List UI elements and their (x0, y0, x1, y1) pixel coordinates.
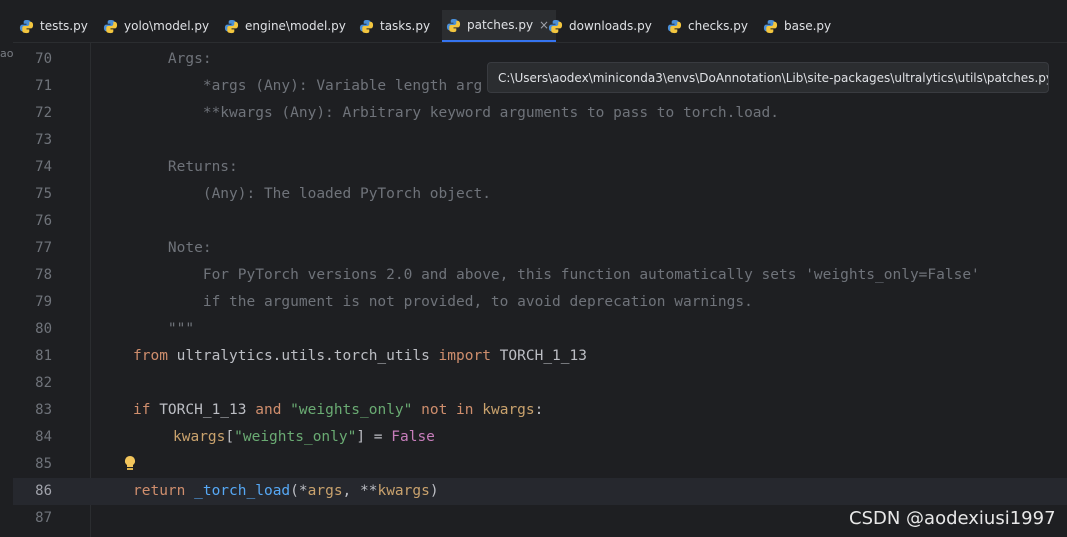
module-path: ultralytics.utils.torch_utils (167, 348, 439, 364)
parameter: kwargs (173, 429, 226, 445)
code-line[interactable]: 73 (13, 127, 1067, 154)
punctuation: : (534, 402, 544, 418)
tab-label: yolo\model.py (124, 19, 210, 33)
code-line[interactable]: 72 **kwargs (Any): Arbitrary keyword arg… (13, 100, 1067, 127)
line-number: 82 (35, 375, 52, 391)
function-call: _torch_load (185, 483, 291, 499)
code-line[interactable]: 84 kwargs["weights_only"] = False (13, 424, 1067, 451)
code-editor[interactable]: 70 Args: 71 *args (Any): Variable length… (13, 43, 1067, 537)
parameter: kwargs (482, 402, 535, 418)
line-number: 73 (35, 132, 52, 148)
code-line[interactable]: 85 (13, 451, 1067, 478)
line-number: 71 (35, 78, 52, 94)
code-line[interactable]: 74 Returns: (13, 154, 1067, 181)
punctuation: (* (290, 483, 308, 499)
code-text: Returns: (133, 159, 238, 175)
line-number: 72 (35, 105, 52, 121)
tab-label: checks.py (688, 19, 748, 33)
file-path-tooltip: C:\Users\aodex\miniconda3\envs\DoAnnotat… (487, 62, 1049, 93)
tab-patches-py[interactable]: patches.py × (442, 10, 557, 42)
line-number: 86 (35, 483, 52, 499)
code-line-current[interactable]: 86 return _torch_load(*args, **kwargs) (13, 478, 1067, 505)
keyword: import (438, 348, 491, 364)
editor-tab-bar: tests.py yolo\model.py engine\model.py t… (13, 10, 1067, 43)
tab-tasks-py[interactable]: tasks.py (359, 10, 430, 42)
code-text: Args: (133, 51, 212, 67)
code-line[interactable]: 79 if the argument is not provided, to a… (13, 289, 1067, 316)
identifier: TORCH_1_13 (150, 402, 256, 418)
code-text: if the argument is not provided, to avoi… (133, 294, 753, 310)
line-number: 83 (35, 402, 52, 418)
python-file-icon (667, 19, 682, 33)
tab-tests-py[interactable]: tests.py (19, 10, 88, 42)
code-line[interactable]: 83 if TORCH_1_13 and "weights_only" not i… (13, 397, 1067, 424)
tab-downloads-py[interactable]: downloads.py (548, 10, 652, 42)
line-number: 87 (35, 510, 52, 526)
code-text: Note: (133, 240, 212, 256)
code-text: (Any): The loaded PyTorch object. (133, 186, 491, 202)
python-file-icon (763, 19, 778, 33)
tab-checks-py[interactable]: checks.py (667, 10, 748, 42)
string-literal: "weights_only" (234, 429, 357, 445)
tab-label: tasks.py (380, 19, 431, 33)
code-line[interactable]: 81 from ultralytics.utils.torch_utils imp… (13, 343, 1067, 370)
keyword: from (133, 348, 168, 364)
tab-label: downloads.py (569, 19, 652, 33)
line-number: 77 (35, 240, 52, 256)
keyword: return (133, 483, 186, 499)
line-number: 74 (35, 159, 52, 175)
line-number: 76 (35, 213, 52, 229)
code-text: *args (Any): Variable length arg (133, 78, 483, 94)
line-number: 85 (35, 456, 52, 472)
code-line[interactable]: 76 (13, 208, 1067, 235)
line-number: 84 (35, 429, 52, 445)
keyword: not in (421, 402, 474, 418)
line-number: 75 (35, 186, 52, 202)
lightbulb-icon[interactable] (123, 455, 137, 471)
string-literal: "weights_only" (290, 402, 413, 418)
tab-label: engine\model.py (245, 19, 346, 33)
tab-base-py[interactable]: base.py (763, 10, 831, 42)
python-file-icon (224, 19, 239, 33)
code-text: **kwargs (Any): Arbitrary keyword argume… (133, 105, 780, 121)
line-number: 81 (35, 348, 52, 364)
punctuation: ] = (356, 429, 392, 445)
code-line[interactable]: 80 """ (13, 316, 1067, 343)
python-file-icon (359, 19, 374, 33)
identifier: TORCH_1_13 (490, 348, 587, 364)
project-panel-edge[interactable]: ao (0, 0, 13, 537)
project-panel-edge-text: ao (0, 47, 13, 60)
constant: False (391, 429, 435, 445)
punctuation: [ (225, 429, 235, 445)
tab-yolo-model-py[interactable]: yolo\model.py (103, 10, 209, 42)
keyword: and (255, 402, 282, 418)
python-file-icon (19, 19, 34, 33)
python-file-icon (548, 19, 563, 33)
code-line[interactable]: 75 (Any): The loaded PyTorch object. (13, 181, 1067, 208)
tab-label: patches.py (467, 18, 534, 32)
code-text: For PyTorch versions 2.0 and above, this… (133, 267, 980, 283)
tab-label: base.py (784, 19, 832, 33)
parameter: args (307, 483, 343, 499)
tab-label: tests.py (40, 19, 88, 33)
code-text: """ (133, 321, 195, 337)
punctuation: ) (429, 483, 439, 499)
line-number: 78 (35, 267, 52, 283)
code-line[interactable]: 82 (13, 370, 1067, 397)
line-number: 80 (35, 321, 52, 337)
python-file-icon (103, 19, 118, 33)
punctuation: , ** (342, 483, 378, 499)
line-number: 79 (35, 294, 52, 310)
parameter: kwargs (377, 483, 430, 499)
line-number: 70 (35, 51, 52, 67)
code-line[interactable]: 77 Note: (13, 235, 1067, 262)
python-file-icon (446, 18, 461, 32)
tab-engine-model-py[interactable]: engine\model.py (224, 10, 346, 42)
watermark: CSDN @aodexiusi1997 (849, 508, 1056, 529)
code-line[interactable]: 78 For PyTorch versions 2.0 and above, t… (13, 262, 1067, 289)
keyword: if (133, 402, 151, 418)
